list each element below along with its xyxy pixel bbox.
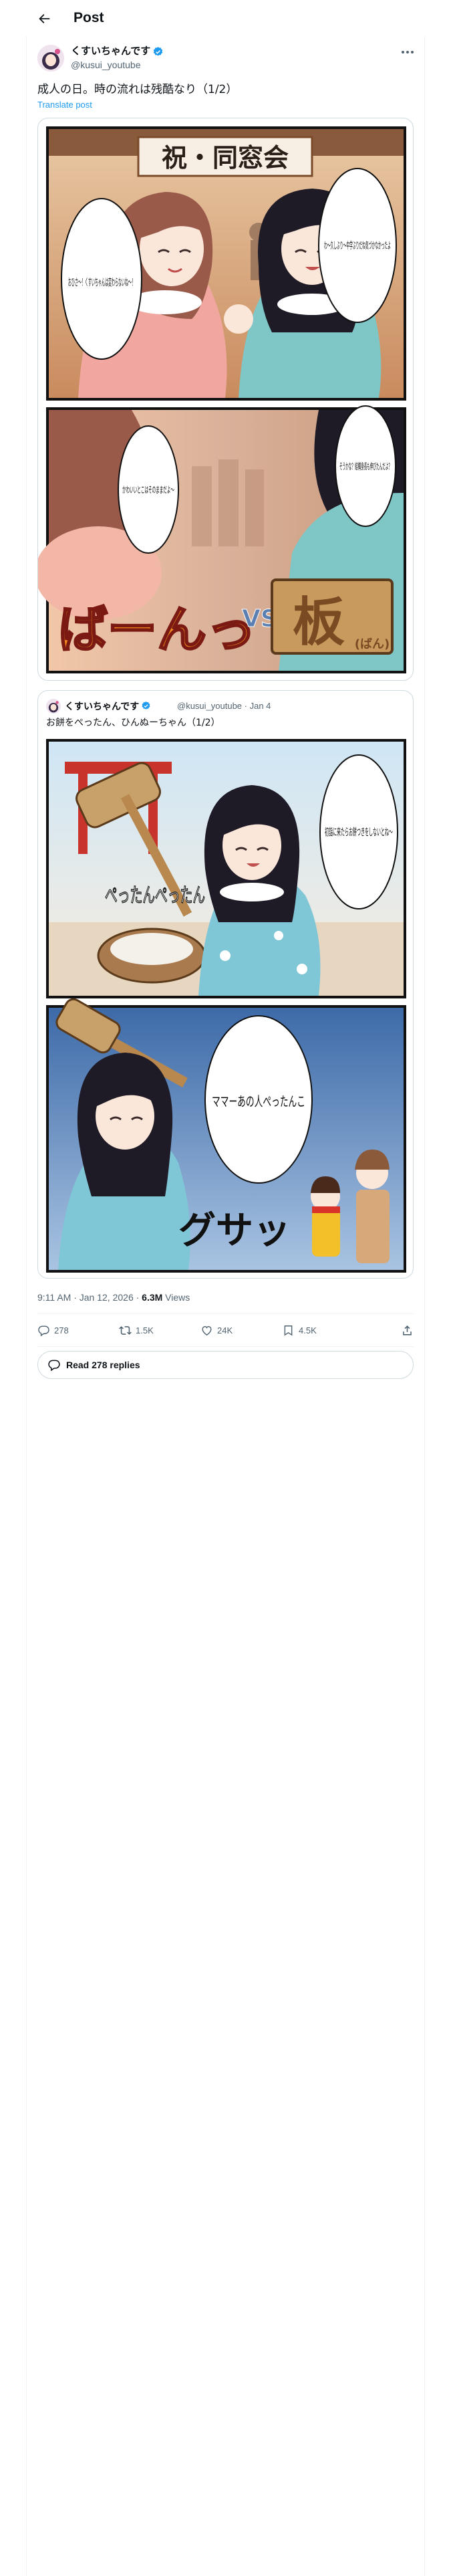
back-button[interactable] xyxy=(35,9,53,28)
quoted-speech-bubble-1: 初詣に来たらお餅つきをしないとね〜 xyxy=(325,826,393,838)
quoted-avatar[interactable] xyxy=(46,699,61,714)
reply-button[interactable]: 278 xyxy=(37,1324,119,1337)
speech-bubble-left-2: かわいいとこはそのままだよ〜 xyxy=(122,486,174,496)
repost-count: 1.5K xyxy=(136,1325,154,1335)
read-replies-button[interactable]: Read 278 replies xyxy=(37,1351,414,1379)
post-time-text: 9:11 AM · Jan 12, 2026 · xyxy=(37,1292,142,1303)
repost-icon xyxy=(119,1325,132,1335)
more-horizontal-icon xyxy=(402,51,414,53)
views-count: 6.3M xyxy=(142,1292,163,1303)
like-count: 24K xyxy=(217,1325,233,1335)
avatar[interactable] xyxy=(37,45,64,72)
share-icon xyxy=(403,1325,412,1335)
top-bar: Post xyxy=(0,0,451,36)
quoted-post[interactable]: くすいちゃんです @kusui_youtube · Jan 4 お餅をぺったん、… xyxy=(37,690,414,1279)
bookmark-icon xyxy=(284,1325,293,1336)
quoted-post-image[interactable]: 初詣に来たらお餅つきをしないとね〜 ぺったんぺったん ママーあの人ぺったんこ グ… xyxy=(38,735,413,1278)
quoted-sfx-gusa: グサッ xyxy=(178,1209,291,1253)
translate-post-link[interactable]: Translate post xyxy=(37,99,92,111)
arrow-left-icon xyxy=(39,14,50,23)
quoted-speech-bubble-2: ママーあの人ぺったんこ xyxy=(212,1093,305,1109)
author-handle[interactable]: @kusui_youtube xyxy=(71,59,141,71)
quoted-sfx-pettan: ぺったんぺったん xyxy=(105,884,205,907)
post-text: 成人の日。時の流れは残酷なり（1/2） xyxy=(37,83,238,96)
read-replies-label: Read 278 replies xyxy=(66,1360,140,1370)
author-name-text: くすいちゃんです xyxy=(71,45,151,57)
heart-icon xyxy=(202,1325,212,1335)
action-bar: 278 1.5K 24K 4.5K xyxy=(37,1314,414,1346)
speech-bubble-right-2: そうかな？結構身長も伸びたんだよ？ xyxy=(339,461,392,472)
more-options-button[interactable] xyxy=(398,44,418,60)
quoted-post-text: お餅をぺったん、ひんぬーちゃん（1/2） xyxy=(46,718,220,728)
speech-bubble-right: わ〜久しぶり〜中学ぶりだね気づかなかったよ xyxy=(324,241,391,251)
quoted-author-name[interactable]: くすいちゃんです xyxy=(65,700,152,713)
post-image[interactable]: 祝・同窓会 おひさ〜！くすいちゃんは変わらないね〜！ わ〜久しぶり〜中学ぶりだね… xyxy=(37,118,414,681)
repost-button[interactable]: 1.5K xyxy=(119,1324,200,1337)
bookmark-count: 4.5K xyxy=(299,1325,317,1335)
share-button[interactable] xyxy=(401,1324,414,1337)
post-column: くすいちゃんです @kusui_youtube 成人の日。時の流れは残酷なり（1… xyxy=(26,36,425,2576)
bookmark-button[interactable]: 4.5K xyxy=(282,1324,363,1337)
quoted-author-handle[interactable]: @kusui_youtube · Jan 4 xyxy=(177,700,271,713)
verified-badge-icon xyxy=(152,46,164,58)
page-title: Post xyxy=(73,10,104,25)
quoted-author-name-text: くすいちゃんです xyxy=(65,701,140,712)
views-label: Views xyxy=(162,1292,190,1303)
post-timestamp[interactable]: 9:11 AM · Jan 12, 2026 · 6.3M Views xyxy=(37,1291,190,1304)
verified-badge-icon xyxy=(141,701,152,712)
divider xyxy=(37,1346,414,1347)
author-name[interactable]: くすいちゃんです xyxy=(71,45,164,58)
sfx-ita: 板 xyxy=(293,593,345,653)
banner-sign-text: 祝・同窓会 xyxy=(162,143,289,173)
sfx-ita-ruby: (ばん) xyxy=(355,637,390,651)
speech-bubble-left: おひさ〜！くすいちゃんは変わらないね〜！ xyxy=(68,276,135,288)
sfx-baan: ばーんっ xyxy=(58,601,256,659)
like-button[interactable]: 24K xyxy=(200,1324,282,1337)
reply-icon xyxy=(38,1325,49,1336)
reply-count: 278 xyxy=(54,1325,69,1335)
reply-icon xyxy=(48,1360,60,1372)
